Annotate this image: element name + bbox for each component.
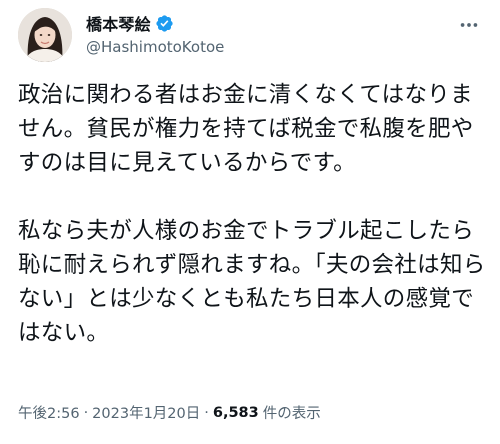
views-label: 件の表示 [262,406,321,422]
display-name-row: 橋本琴絵 [86,12,224,34]
tweet-meta: 午後2:56 · 2023年1月20日 · 6,583 件の表示 [18,402,321,423]
tweet-date[interactable]: 2023年1月20日 [92,402,200,423]
avatar-photo [18,8,72,62]
tweet-text: 政治に関わる者はお金に清くなくてはなりません。貧民が権力を持てば税金で私腹を肥や… [18,82,486,346]
verified-badge-icon [155,14,174,33]
meta-separator-2: · [204,404,209,421]
author-info: 橋本琴絵 @HashimotoKotoe [86,12,224,56]
views-count[interactable]: 6,583 [213,405,259,421]
tweet-time[interactable]: 午後2:56 [18,402,80,423]
more-horizontal-icon[interactable] [458,14,480,36]
tweet-header: 橋本琴絵 @HashimotoKotoe [14,8,486,64]
meta-separator: · [83,404,89,421]
avatar[interactable] [18,8,72,62]
handle[interactable]: @HashimotoKotoe [86,38,224,56]
display-name[interactable]: 橋本琴絵 [86,11,151,35]
tweet-card: 橋本琴絵 @HashimotoKotoe 政治に関わる者はお金に清くなくてはなり… [0,0,500,444]
